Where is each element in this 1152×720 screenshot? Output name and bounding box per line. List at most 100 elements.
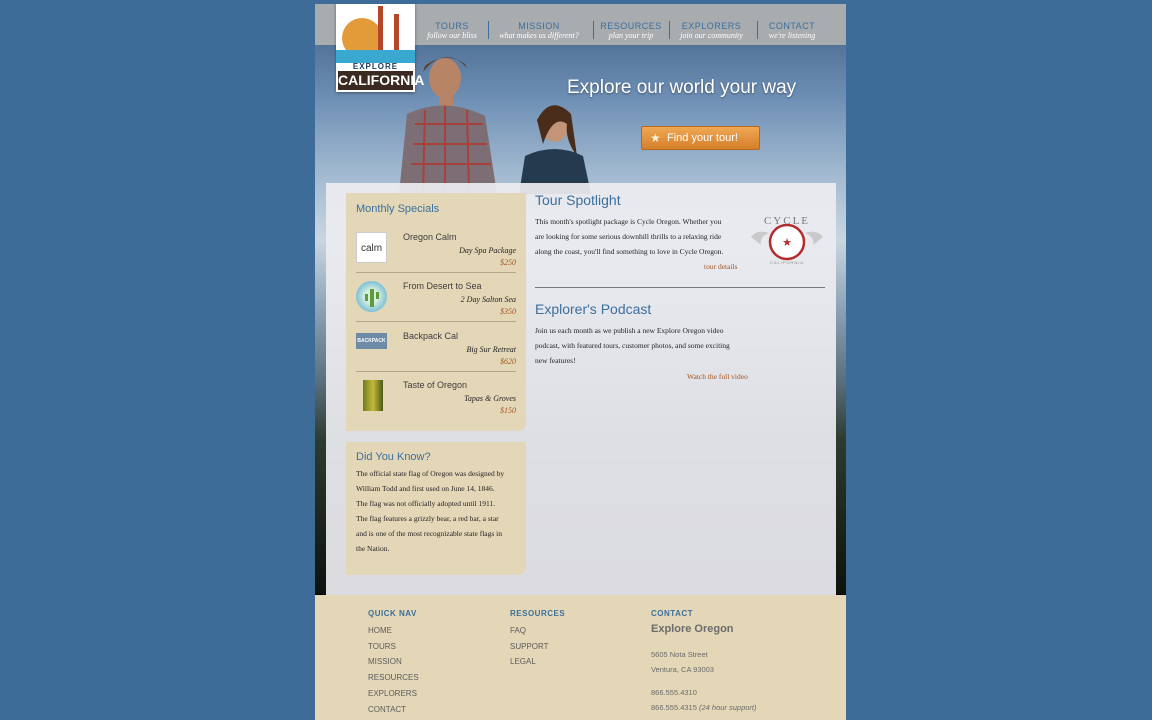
footer-link-resources[interactable]: RESOURCES <box>368 670 419 686</box>
special-package: Big Sur Retreat <box>466 345 516 354</box>
support-phone: 866.555.4315 (24 hour support) <box>651 700 757 715</box>
special-name: Backpack Cal <box>403 331 459 341</box>
section-divider <box>535 287 825 288</box>
special-package: Tapas & Groves <box>464 394 516 403</box>
text-line: are looking for some serious downhill th… <box>535 232 722 241</box>
footer-link-explorers[interactable]: EXPLORERS <box>368 686 419 702</box>
find-your-tour-label: Find your tour! <box>667 132 738 144</box>
footer-link-home[interactable]: HOME <box>368 623 419 639</box>
special-price: $150 <box>500 406 516 415</box>
nav-separator <box>593 21 594 39</box>
nav-contact-title: CONTACT <box>768 21 816 31</box>
explore-california-logo[interactable]: EXPLORE CALIFORNIA <box>336 4 425 92</box>
text-line: along the coast, you'll find something t… <box>535 247 724 256</box>
nav-contact-subtitle: we're listening <box>768 31 816 40</box>
main-content: Monthly Specials calm Oregon Calm Day Sp… <box>326 183 836 595</box>
nav-mission-subtitle: what makes us different? <box>499 31 579 40</box>
address-line-1: 5605 Nota Street <box>651 650 708 659</box>
cycle-california-badge: ★ CYCLE CALIFORNIA <box>747 211 827 267</box>
logo-explore-text: EXPLORE <box>352 62 399 71</box>
contact-column: CONTACT Explore Oregon 5605 Nota Street … <box>651 609 757 715</box>
special-item[interactable]: Taste of Oregon Tapas & Groves $150 <box>356 380 516 428</box>
address-line-2: Ventura, CA 93003 <box>651 665 714 674</box>
nav-explorers[interactable]: EXPLORERS join our community <box>675 21 748 40</box>
logo-california-text: CALIFORNIA <box>338 71 425 90</box>
phone-number: 866.555.4310 <box>651 688 697 697</box>
text-line: The flag was not officially adopted unti… <box>356 499 496 508</box>
nav-explorers-subtitle: join our community <box>680 31 743 40</box>
monthly-specials-panel: Monthly Specials calm Oregon Calm Day Sp… <box>346 193 526 431</box>
contact-heading: CONTACT <box>651 609 694 618</box>
nav-tours-subtitle: follow our bliss <box>427 31 477 40</box>
text-line: This month's spotlight package is Cycle … <box>535 217 722 226</box>
footer-link-legal[interactable]: LEGAL <box>510 654 565 670</box>
nav-separator <box>488 21 489 39</box>
podcast-text: Join us each month as we publish a new E… <box>535 323 765 368</box>
nav-mission-title: MISSION <box>518 21 560 31</box>
thumbnail-text: BACKPACK CAL <box>357 338 386 344</box>
special-thumbnail <box>363 380 383 411</box>
organization-name: Explore Oregon <box>651 623 734 635</box>
thumbnail-text: calm <box>360 243 383 254</box>
badge-bottom-text: CALIFORNIA <box>769 260 804 265</box>
podcast-title: Explorer's Podcast <box>535 301 652 317</box>
nav-resources[interactable]: RESOURCES plan your trip <box>600 21 662 40</box>
find-your-tour-button[interactable]: ★ Find your tour! <box>641 126 760 150</box>
text-line: podcast, with featured tours, customer p… <box>535 341 730 350</box>
svg-text:★: ★ <box>782 237 792 249</box>
support-phone-number: 866.555.4315 <box>651 703 697 712</box>
tour-spotlight-title: Tour Spotlight <box>535 192 621 208</box>
footer-link-support[interactable]: SUPPORT <box>510 639 565 655</box>
badge-top-text: CYCLE <box>763 215 811 227</box>
special-package: Day Spa Package <box>459 246 516 255</box>
text-line: Join us each month as we publish a new E… <box>535 326 724 335</box>
special-thumbnail <box>356 281 387 312</box>
monthly-specials-title: Monthly Specials <box>356 203 440 215</box>
special-package: 2 Day Salton Sea <box>460 295 516 304</box>
support-phone-note: (24 hour support) <box>698 703 757 712</box>
nav-contact[interactable]: CONTACT we're listening <box>764 21 820 40</box>
special-name: From Desert to Sea <box>403 281 482 291</box>
footer-link-mission[interactable]: MISSION <box>368 654 419 670</box>
special-name: Taste of Oregon <box>403 380 468 390</box>
tour-details-link[interactable]: tour details <box>704 262 738 271</box>
divider <box>356 272 516 273</box>
footer-link-contact[interactable]: CONTACT <box>368 702 419 718</box>
special-thumbnail: BACKPACK CAL <box>356 333 387 349</box>
hero-headline: Explore our world your way <box>567 77 797 98</box>
quick-nav-column: QUICK NAV HOME TOURS MISSION RESOURCES E… <box>368 609 419 717</box>
text-line: and is one of the most recognizable stat… <box>356 529 502 538</box>
footer-link-tours[interactable]: TOURS <box>368 639 419 655</box>
nav-separator <box>757 21 758 39</box>
did-you-know-panel: Did You Know? The official state flag of… <box>346 442 526 575</box>
special-name: Oregon Calm <box>403 232 457 242</box>
special-thumbnail: calm <box>356 232 387 263</box>
text-line: William Todd and first used on June 14, … <box>356 484 495 493</box>
divider <box>356 321 516 322</box>
nav-mission[interactable]: MISSION what makes us different? <box>495 21 583 40</box>
cactus-icon <box>365 289 379 307</box>
nav-separator <box>669 21 670 39</box>
divider <box>356 371 516 372</box>
did-you-know-text: The official state flag of Oregon was de… <box>356 466 524 556</box>
resources-column: RESOURCES FAQ SUPPORT LEGAL <box>510 609 565 670</box>
text-line: new features! <box>535 356 576 365</box>
site-footer: QUICK NAV HOME TOURS MISSION RESOURCES E… <box>315 595 846 720</box>
nav-resources-title: RESOURCES <box>600 21 662 31</box>
text-line: the Nation. <box>356 544 390 553</box>
quick-nav-heading: QUICK NAV <box>368 609 417 618</box>
special-price: $250 <box>500 258 516 267</box>
watch-full-video-link[interactable]: Watch the full video <box>687 372 748 381</box>
special-price: $350 <box>500 307 516 316</box>
footer-link-faq[interactable]: FAQ <box>510 623 565 639</box>
nav-tours[interactable]: TOURS follow our bliss <box>423 21 481 40</box>
text-line: The official state flag of Oregon was de… <box>356 469 505 478</box>
star-icon: ★ <box>650 131 661 145</box>
nav-tours-title: TOURS <box>435 21 469 31</box>
resources-heading: RESOURCES <box>510 609 566 618</box>
tour-spotlight-text: This month's spotlight package is Cycle … <box>535 214 747 259</box>
nav-explorers-title: EXPLORERS <box>681 21 742 31</box>
text-line: The flag features a grizzly bear, a red … <box>356 514 499 523</box>
did-you-know-title: Did You Know? <box>356 451 431 463</box>
special-price: $620 <box>500 357 516 366</box>
